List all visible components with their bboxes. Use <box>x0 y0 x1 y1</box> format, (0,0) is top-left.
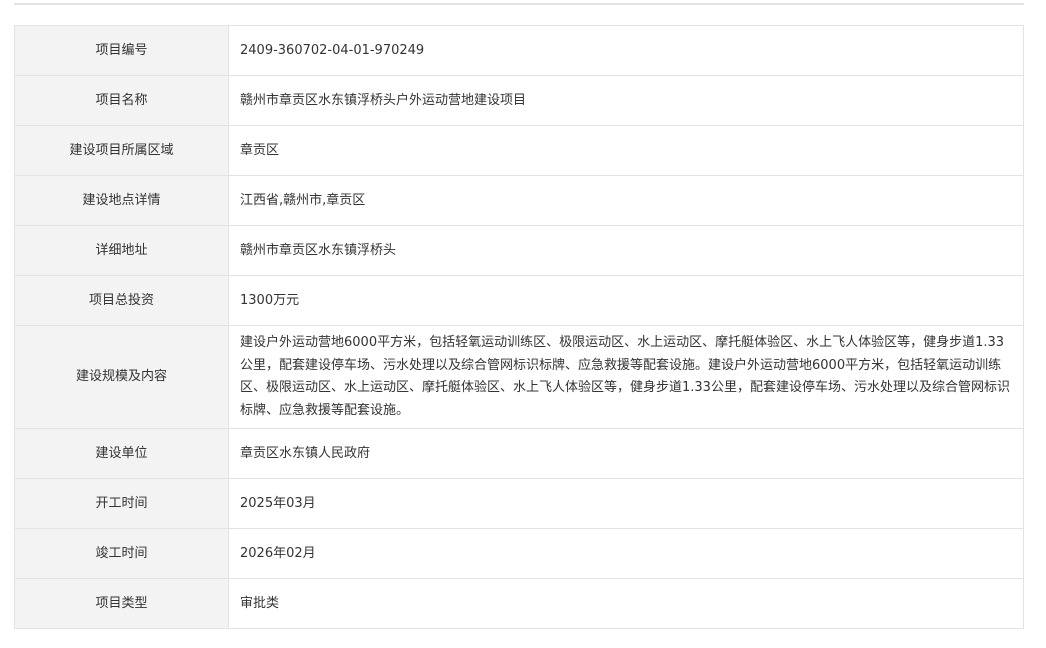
table-row-address: 详细地址 赣州市章贡区水东镇浮桥头 <box>14 225 1024 276</box>
value-project-name: 赣州市章贡区水东镇浮桥头户外运动营地建设项目 <box>228 75 1024 126</box>
label-scope: 建设规模及内容 <box>14 325 229 429</box>
table-row-project-code: 项目编号 2409-360702-04-01-970249 <box>14 25 1024 76</box>
table-row-region: 建设项目所属区域 章贡区 <box>14 125 1024 176</box>
label-end-date: 竣工时间 <box>14 528 229 579</box>
label-project-type: 项目类型 <box>14 578 229 629</box>
table-row-location-detail: 建设地点详情 江西省,赣州市,章贡区 <box>14 175 1024 226</box>
label-builder: 建设单位 <box>14 428 229 479</box>
value-location-detail: 江西省,赣州市,章贡区 <box>228 175 1024 226</box>
table-row-start-date: 开工时间 2025年03月 <box>14 478 1024 529</box>
value-region: 章贡区 <box>228 125 1024 176</box>
table-row-project-type: 项目类型 审批类 <box>14 578 1024 629</box>
value-start-date: 2025年03月 <box>228 478 1024 529</box>
value-project-code: 2409-360702-04-01-970249 <box>228 25 1024 76</box>
label-project-code: 项目编号 <box>14 25 229 76</box>
label-start-date: 开工时间 <box>14 478 229 529</box>
label-address: 详细地址 <box>14 225 229 276</box>
top-divider <box>14 3 1024 5</box>
table-row-scope: 建设规模及内容 建设户外运动营地6000平方米，包括轻氧运动训练区、极限运动区、… <box>14 325 1024 429</box>
label-location-detail: 建设地点详情 <box>14 175 229 226</box>
value-builder: 章贡区水东镇人民政府 <box>228 428 1024 479</box>
label-investment: 项目总投资 <box>14 275 229 326</box>
table-row-builder: 建设单位 章贡区水东镇人民政府 <box>14 428 1024 479</box>
value-scope: 建设户外运动营地6000平方米，包括轻氧运动训练区、极限运动区、水上运动区、摩托… <box>228 325 1024 429</box>
table-row-end-date: 竣工时间 2026年02月 <box>14 528 1024 579</box>
value-end-date: 2026年02月 <box>228 528 1024 579</box>
project-info-table: 项目编号 2409-360702-04-01-970249 项目名称 赣州市章贡… <box>14 25 1024 629</box>
label-project-name: 项目名称 <box>14 75 229 126</box>
label-region: 建设项目所属区域 <box>14 125 229 176</box>
table-row-investment: 项目总投资 1300万元 <box>14 275 1024 326</box>
value-investment: 1300万元 <box>228 275 1024 326</box>
value-address: 赣州市章贡区水东镇浮桥头 <box>228 225 1024 276</box>
value-project-type: 审批类 <box>228 578 1024 629</box>
table-row-project-name: 项目名称 赣州市章贡区水东镇浮桥头户外运动营地建设项目 <box>14 75 1024 126</box>
